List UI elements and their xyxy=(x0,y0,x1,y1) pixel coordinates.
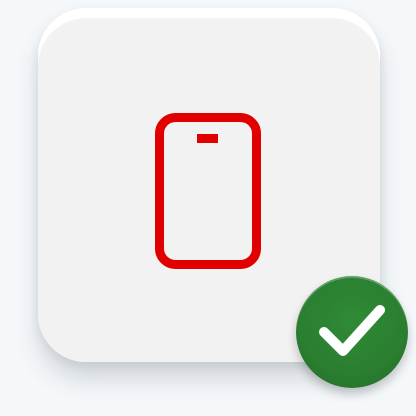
check-badge xyxy=(296,276,408,388)
checkmark-icon xyxy=(319,305,385,356)
illustration-stage xyxy=(0,0,416,416)
mobile-phone-icon xyxy=(155,113,261,269)
